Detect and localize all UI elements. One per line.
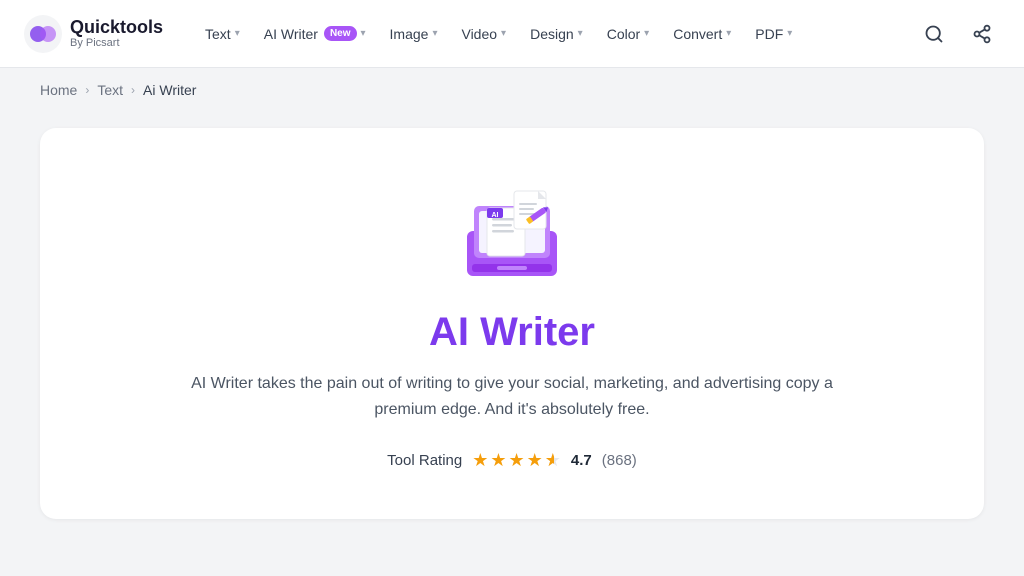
star-3: ★ [509, 450, 525, 471]
breadcrumb-home[interactable]: Home [40, 82, 77, 98]
chevron-down-icon: ▾ [361, 28, 366, 39]
chevron-down-icon: ▾ [578, 28, 583, 39]
chevron-down-icon: ▾ [432, 28, 437, 39]
header-actions [916, 16, 1000, 52]
nav-item-pdf[interactable]: PDF ▾ [745, 20, 802, 48]
main-content: AI AI Writ [0, 112, 1024, 559]
logo-text: Quicktools By Picsart [70, 18, 163, 50]
logo-icon [24, 15, 62, 53]
chevron-down-icon: ▾ [726, 28, 731, 39]
tool-card: AI AI Writ [40, 128, 984, 519]
breadcrumb-current: Ai Writer [143, 82, 196, 98]
header: Quicktools By Picsart Text ▾ AI Writer N… [0, 0, 1024, 68]
star-half: ★ ★ [545, 450, 561, 471]
nav-item-ai-writer[interactable]: AI Writer New ▾ [254, 20, 376, 48]
breadcrumb-separator: › [85, 83, 89, 97]
star-2: ★ [490, 450, 506, 471]
nav-item-design[interactable]: Design ▾ [520, 20, 593, 48]
share-button[interactable] [964, 16, 1000, 52]
nav-item-text[interactable]: Text ▾ [195, 20, 250, 48]
share-icon [972, 24, 992, 44]
rating-value: 4.7 [571, 452, 592, 469]
breadcrumb-text[interactable]: Text [97, 82, 123, 98]
rating-count: (868) [602, 452, 637, 469]
star-rating: ★ ★ ★ ★ ★ ★ [472, 450, 561, 471]
svg-text:AI: AI [492, 212, 499, 219]
rating-row: Tool Rating ★ ★ ★ ★ ★ ★ 4.7 (868) [387, 450, 637, 471]
chevron-down-icon: ▾ [501, 28, 506, 39]
search-icon [924, 24, 944, 44]
logo[interactable]: Quicktools By Picsart [24, 15, 163, 53]
nav-item-video[interactable]: Video ▾ [451, 20, 516, 48]
tool-title: AI Writer [429, 310, 595, 355]
nav-item-convert[interactable]: Convert ▾ [663, 20, 741, 48]
star-4: ★ [527, 450, 543, 471]
rating-label: Tool Rating [387, 452, 462, 469]
main-nav: Text ▾ AI Writer New ▾ Image ▾ Video ▾ D… [195, 20, 884, 48]
chevron-down-icon: ▾ [644, 28, 649, 39]
star-1: ★ [472, 450, 488, 471]
nav-item-color[interactable]: Color ▾ [597, 20, 660, 48]
breadcrumb: Home › Text › Ai Writer [0, 68, 1024, 112]
hero-illustration: AI [452, 176, 572, 286]
tool-description: AI Writer takes the pain out of writing … [162, 371, 862, 422]
breadcrumb-separator: › [131, 83, 135, 97]
chevron-down-icon: ▾ [787, 28, 792, 39]
chevron-down-icon: ▾ [235, 28, 240, 39]
nav-item-image[interactable]: Image ▾ [380, 20, 448, 48]
search-button[interactable] [916, 16, 952, 52]
